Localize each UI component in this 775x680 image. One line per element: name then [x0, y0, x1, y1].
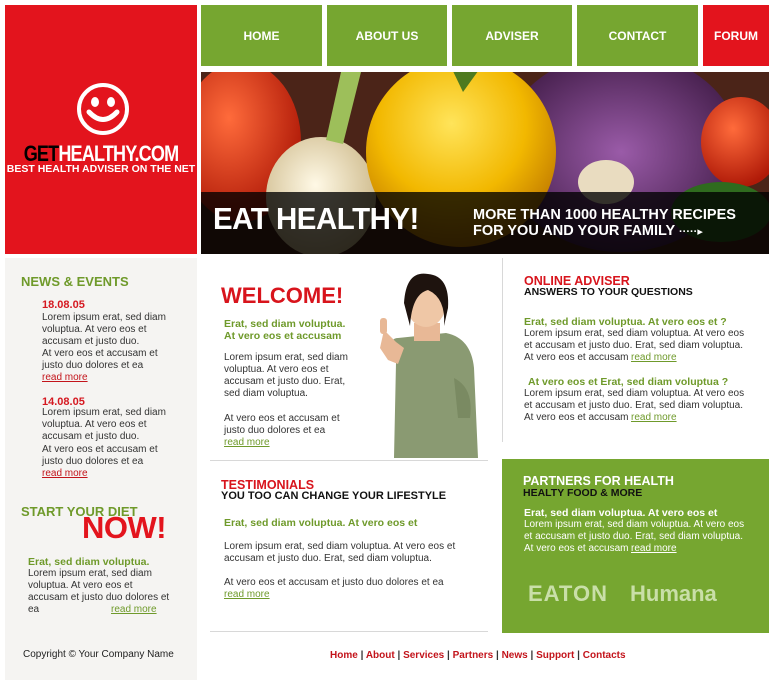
- nav-forum[interactable]: FORUM: [703, 5, 769, 66]
- welcome-read-more[interactable]: read more: [224, 437, 270, 449]
- hero-subtitle-line2-text: FOR YOU AND YOUR FAMILY: [473, 223, 675, 239]
- divider-welcome: [210, 460, 488, 461]
- diet-now: NOW!: [82, 510, 167, 545]
- news-text-1: Lorem ipsum erat, sed diam voluptua. At …: [42, 312, 166, 347]
- footer-sep: |: [447, 650, 450, 661]
- welcome-lead-2: At vero eos et accusam: [224, 330, 342, 342]
- woman-thumbs-up-photo: [380, 273, 478, 458]
- news-read-more-2[interactable]: read more: [42, 468, 88, 480]
- hero-subtitle-line1: MORE THAN 1000 HEALTHY RECIPES: [473, 207, 736, 223]
- adviser-read-more-2[interactable]: read more: [631, 412, 677, 424]
- adviser-subheading: ANSWERS TO YOUR QUESTIONS: [524, 286, 693, 298]
- nav-contact[interactable]: CONTACT: [577, 5, 698, 66]
- footer-sep: |: [495, 650, 499, 661]
- copyright: Copyright © Your Company Name: [23, 649, 174, 660]
- news-heading: NEWS & EVENTS: [21, 274, 129, 289]
- smiley-logo-icon: [77, 83, 129, 135]
- testimonials-read-more[interactable]: read more: [224, 589, 270, 601]
- welcome-heading: WELCOME!: [221, 283, 344, 308]
- news-text-2: Lorem ipsum erat, sed diam voluptua. At …: [42, 407, 166, 442]
- nav-about-us[interactable]: ABOUT US: [327, 5, 447, 66]
- nav-adviser[interactable]: ADVISER: [452, 5, 572, 66]
- hero-dotted-arrow-icon[interactable]: ·····▸: [679, 226, 703, 238]
- partners-lead: Erat, sed diam voluptua. At vero eos et: [524, 507, 718, 519]
- footer-support[interactable]: Support: [536, 650, 574, 661]
- footer-home[interactable]: Home: [330, 650, 358, 661]
- adviser-question-2: At vero eos et Erat, sed diam voluptua ?: [528, 376, 729, 388]
- news-text-1b: At vero eos et accusam et justo duo dolo…: [42, 348, 158, 371]
- hero-title: EAT HEALTHY!: [213, 201, 419, 236]
- humana-logo[interactable]: Humana: [630, 581, 717, 607]
- footer-services[interactable]: Services: [403, 650, 444, 661]
- testimonials-lead: Erat, sed diam voluptua. At vero eos et: [224, 517, 418, 529]
- footer-contacts[interactable]: Contacts: [583, 650, 626, 661]
- footer-sep: |: [530, 650, 534, 661]
- divider-vertical: [502, 258, 503, 442]
- footer-sep: |: [397, 650, 401, 661]
- divider-testimonials: [210, 631, 488, 632]
- news-date-1: 18.08.05: [42, 299, 85, 311]
- footer-news[interactable]: News: [502, 650, 528, 661]
- adviser-question-1: Erat, sed diam voluptua. At vero eos et …: [524, 316, 727, 328]
- footer-sep: |: [360, 650, 364, 661]
- eaton-logo[interactable]: EATON: [528, 581, 608, 607]
- welcome-lead-1: Erat, sed diam voluptua.: [224, 318, 346, 330]
- nav-home[interactable]: HOME: [201, 5, 322, 66]
- diet-lead: Erat, sed diam voluptua.: [28, 556, 150, 568]
- testimonials-paragraph-2: At vero eos et accusam et justo duo dolo…: [224, 577, 444, 588]
- footer-partners[interactable]: Partners: [453, 650, 494, 661]
- logo-block[interactable]: GETHEALTHY.COM BEST HEALTH ADVISER ON TH…: [5, 5, 197, 254]
- hero-banner[interactable]: EAT HEALTHY! MORE THAN 1000 HEALTHY RECI…: [201, 72, 769, 254]
- footer-nav: Home | About | Services | Partners | New…: [330, 650, 626, 661]
- logo-tagline: BEST HEALTH ADVISER ON THE NET: [6, 163, 196, 175]
- footer-about[interactable]: About: [366, 650, 395, 661]
- adviser-read-more-1[interactable]: read more: [631, 352, 677, 364]
- partners-heading: PARTNERS FOR HEALTH: [523, 474, 674, 488]
- testimonials-paragraph-1: Lorem ipsum erat, sed diam voluptua. At …: [224, 541, 456, 564]
- partners-read-more[interactable]: read more: [631, 543, 677, 555]
- news-text-2b: At vero eos et accusam et justo duo dolo…: [42, 444, 158, 467]
- footer-sep: |: [577, 650, 580, 661]
- diet-read-more[interactable]: read more: [111, 604, 157, 616]
- testimonials-subheading: YOU TOO CAN CHANGE YOUR LIFESTYLE: [221, 490, 447, 502]
- welcome-paragraph-2: At vero eos et accusam et justo duo dolo…: [224, 413, 340, 436]
- hero-subtitle-line2: FOR YOU AND YOUR FAMILY ·····▸: [473, 223, 703, 239]
- news-read-more-1[interactable]: read more: [42, 372, 88, 384]
- welcome-paragraph-1: Lorem ipsum erat, sed diam voluptua. At …: [224, 352, 348, 399]
- partners-subheading: HEALTY FOOD & MORE: [523, 487, 643, 499]
